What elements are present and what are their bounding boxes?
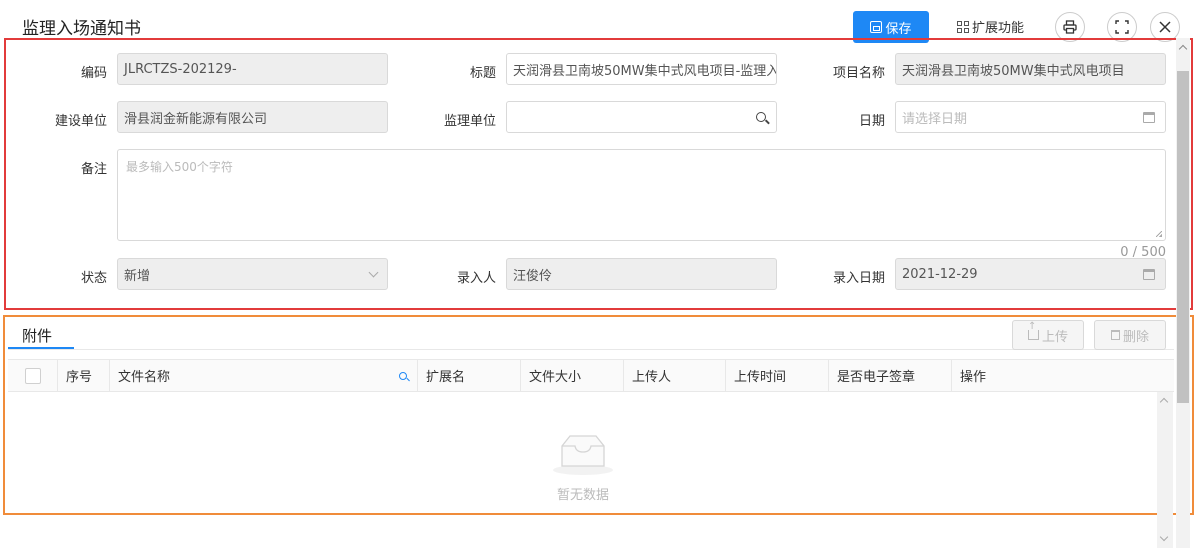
col-upload-time: 上传时间 (726, 360, 829, 391)
remark-placeholder: 最多输入500个字符 (126, 160, 233, 174)
tab-attachments[interactable]: 附件 (22, 325, 52, 346)
builder-value: 滑县润金新能源有限公司 (124, 111, 268, 127)
calendar-icon (1143, 111, 1155, 123)
status-select: 新增 (117, 258, 388, 290)
entered-date-field: 2021-12-29 (895, 258, 1166, 290)
builder-label: 建设单位 (54, 114, 107, 129)
entered-by-label: 录入人 (456, 271, 496, 286)
resize-grip-icon[interactable] (1156, 231, 1162, 237)
close-icon (1159, 21, 1171, 33)
builder-field: 滑县润金新能源有限公司 (117, 101, 388, 133)
empty-inbox-icon (553, 435, 613, 475)
col-filename-label: 文件名称 (118, 370, 171, 385)
remark-label: 备注 (80, 162, 107, 177)
date-placeholder: 请选择日期 (902, 111, 968, 127)
date-field[interactable]: 请选择日期 (895, 101, 1166, 133)
page-title: 监理入场通知书 (22, 19, 141, 39)
scroll-up-icon[interactable] (1159, 397, 1169, 407)
title-label: 标题 (469, 66, 496, 81)
status-value: 新增 (124, 268, 151, 284)
status-label: 状态 (80, 271, 107, 286)
chevron-down-icon (368, 267, 379, 277)
upload-label: 上传 (1041, 329, 1068, 345)
scroll-up-icon[interactable] (1178, 44, 1188, 54)
supervisor-label: 监理单位 (443, 114, 496, 129)
active-tab-indicator (8, 347, 74, 349)
col-esign: 是否电子签章 (829, 360, 952, 391)
date-label: 日期 (858, 114, 885, 129)
select-all-checkbox[interactable] (24, 367, 41, 384)
col-size: 文件大小 (521, 360, 624, 391)
table-scrollbar[interactable] (1157, 392, 1173, 548)
code-label: 编码 (80, 66, 107, 81)
col-actions: 操作 (960, 370, 987, 385)
scroll-down-icon[interactable] (1159, 532, 1169, 542)
save-label: 保存 (885, 21, 912, 37)
upload-button[interactable]: 上传 (1012, 320, 1084, 350)
attachment-table-header: 序号 文件名称 扩展名 文件大小 上传人 上传时间 是否电子签章 操作 (8, 359, 1174, 392)
grid-icon (957, 20, 969, 33)
empty-text: 暂无数据 (556, 488, 609, 503)
tab-divider (8, 349, 1174, 350)
project-field: 天润滑县卫南坡50MW集中式风电项目 (895, 53, 1166, 85)
notice-dialog: 监理入场通知书 保存 扩展功能 编码 JLRCTZS-202129- 标题 天润… (0, 0, 1200, 550)
scrollbar-thumb[interactable] (1177, 71, 1189, 403)
page-scrollbar[interactable] (1176, 38, 1190, 548)
extension-button[interactable]: 扩展功能 (957, 17, 1024, 36)
trash-icon (1110, 330, 1120, 340)
project-label: 项目名称 (832, 66, 885, 81)
calendar-icon (1143, 268, 1155, 280)
entered-date-label: 录入日期 (832, 271, 885, 286)
delete-label: 删除 (1122, 329, 1149, 345)
remark-textarea[interactable]: 最多输入500个字符 (117, 149, 1166, 241)
delete-button[interactable]: 删除 (1094, 320, 1166, 350)
col-filename: 文件名称 (110, 360, 418, 391)
code-field: JLRCTZS-202129- (117, 53, 388, 85)
entered-by-value: 汪俊伶 (513, 268, 553, 284)
extension-label: 扩展功能 (972, 21, 1025, 36)
project-value: 天润滑县卫南坡50MW集中式风电项目 (902, 63, 1125, 79)
entered-by-field: 汪俊伶 (506, 258, 777, 290)
title-field[interactable]: 天润滑县卫南坡50MW集中式风电项目-监理入场通知书 (506, 53, 777, 85)
code-value: JLRCTZS-202129- (124, 61, 237, 77)
supervisor-field[interactable] (506, 101, 777, 133)
save-icon (870, 21, 883, 33)
print-icon (1063, 20, 1077, 34)
filter-search-icon[interactable] (399, 371, 407, 380)
upload-icon (1027, 321, 1039, 340)
search-icon[interactable] (756, 112, 766, 122)
entered-date-value: 2021-12-29 (902, 266, 978, 282)
col-index: 序号 (58, 360, 110, 391)
col-ext: 扩展名 (418, 360, 521, 391)
select-all-cell (8, 360, 58, 391)
col-uploader: 上传人 (624, 360, 726, 391)
title-value: 天润滑县卫南坡50MW集中式风电项目-监理入场通知书 (513, 63, 777, 79)
fullscreen-icon (1115, 20, 1129, 34)
